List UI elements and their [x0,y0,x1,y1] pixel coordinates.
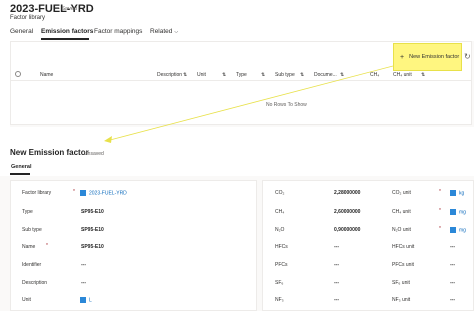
annotation-arrow [104,65,394,143]
